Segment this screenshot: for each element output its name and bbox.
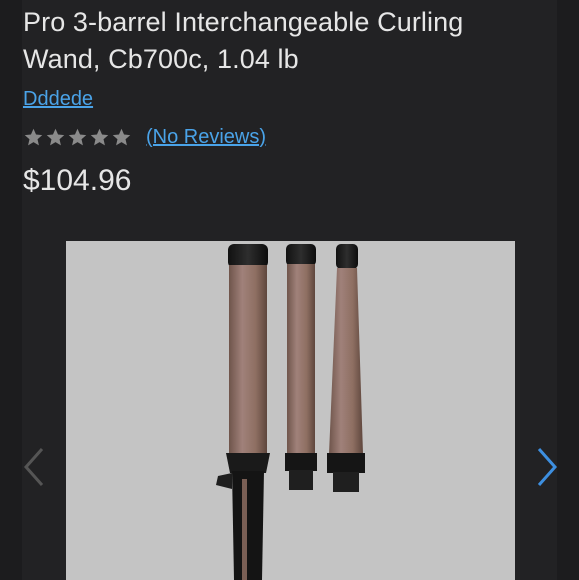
reviews-link[interactable]: (No Reviews) — [146, 126, 266, 149]
rating-row: (No Reviews) — [23, 124, 266, 150]
chevron-left-icon — [23, 448, 44, 486]
prev-image-button[interactable] — [20, 445, 50, 489]
product-image — [66, 241, 515, 580]
screen: Pro 3-barrel Interchangeable Curling Wan… — [0, 0, 579, 580]
star-icon — [68, 128, 87, 145]
curling-wand-set-photo — [216, 244, 365, 580]
chevron-right-icon — [537, 448, 558, 486]
medium-barrel — [285, 244, 317, 490]
product-title: Pro 3-barrel Interchangeable Curling Wan… — [23, 7, 464, 74]
product-price: $104.96 — [23, 164, 132, 197]
star-rating — [23, 127, 132, 148]
star-icon — [112, 128, 131, 145]
tapered-barrel — [327, 244, 365, 492]
large-barrel — [216, 244, 270, 580]
star-icon — [90, 128, 109, 145]
next-image-button[interactable] — [531, 445, 561, 489]
star-icon — [24, 128, 43, 145]
brand-link[interactable]: Dddede — [23, 88, 93, 111]
star-icon — [46, 128, 65, 145]
